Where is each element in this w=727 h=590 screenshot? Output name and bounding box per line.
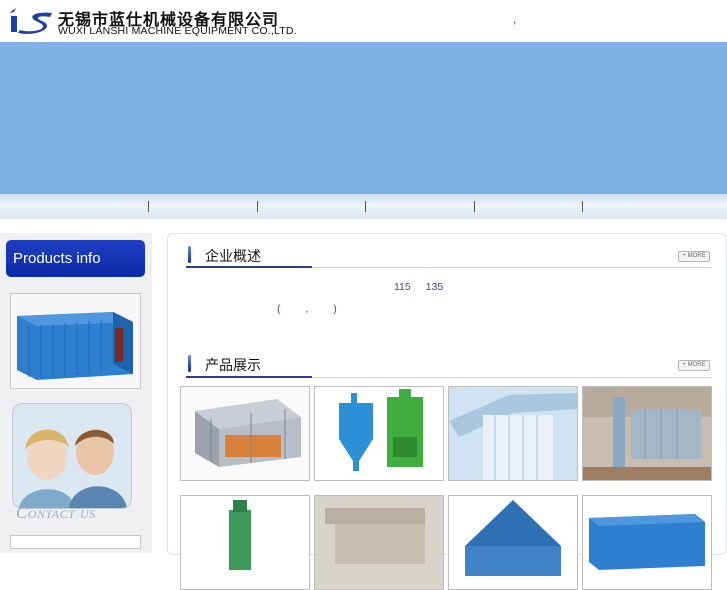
sidebar-product-image[interactable] bbox=[10, 293, 141, 389]
product-thumb-blue-container[interactable] bbox=[582, 495, 712, 590]
products-more-button[interactable]: + MORE bbox=[678, 360, 710, 371]
section-underline-light bbox=[312, 267, 711, 268]
section-marker-icon bbox=[188, 355, 191, 372]
section-underline-light bbox=[312, 377, 711, 378]
sidebar-bottom-image[interactable] bbox=[10, 535, 141, 549]
section-marker-icon bbox=[188, 246, 191, 263]
nav-separator bbox=[148, 201, 149, 212]
nav-separator bbox=[474, 201, 475, 212]
nav-separator bbox=[257, 201, 258, 212]
nav-separator bbox=[582, 201, 583, 212]
product-thumb-cyclone[interactable] bbox=[314, 386, 444, 481]
overview-text-numbers: 115 135 bbox=[394, 281, 444, 293]
section-underline bbox=[186, 266, 312, 268]
company-name-en: WUXI LANSHI MACHINE EQUIPMENT CO.,LTD. bbox=[58, 25, 297, 37]
product-thumb-silo[interactable] bbox=[582, 386, 712, 481]
main-navigation bbox=[0, 194, 727, 219]
header-stray-text: , bbox=[513, 12, 517, 26]
contact-us-label[interactable]: Contact us bbox=[16, 503, 96, 523]
overview-more-button[interactable]: + MORE bbox=[678, 251, 710, 262]
products-title: 产品展示 bbox=[205, 357, 261, 373]
product-thumb-green-separator[interactable] bbox=[180, 495, 310, 590]
nav-separator bbox=[365, 201, 366, 212]
product-thumb-hopper[interactable] bbox=[448, 495, 578, 590]
products-info-heading[interactable]: Products info bbox=[6, 240, 145, 277]
section-underline bbox=[186, 376, 312, 378]
product-thumb-dryer[interactable] bbox=[180, 386, 310, 481]
overview-title: 企业概述 bbox=[205, 248, 261, 264]
overview-text-parentheses: ( , ) bbox=[277, 303, 337, 315]
product-thumb-bag-filter[interactable] bbox=[448, 386, 578, 481]
banner bbox=[0, 42, 727, 194]
contact-us-photo[interactable] bbox=[12, 403, 132, 509]
product-thumb-ducting[interactable] bbox=[314, 495, 444, 590]
company-logo-icon[interactable] bbox=[8, 7, 54, 36]
